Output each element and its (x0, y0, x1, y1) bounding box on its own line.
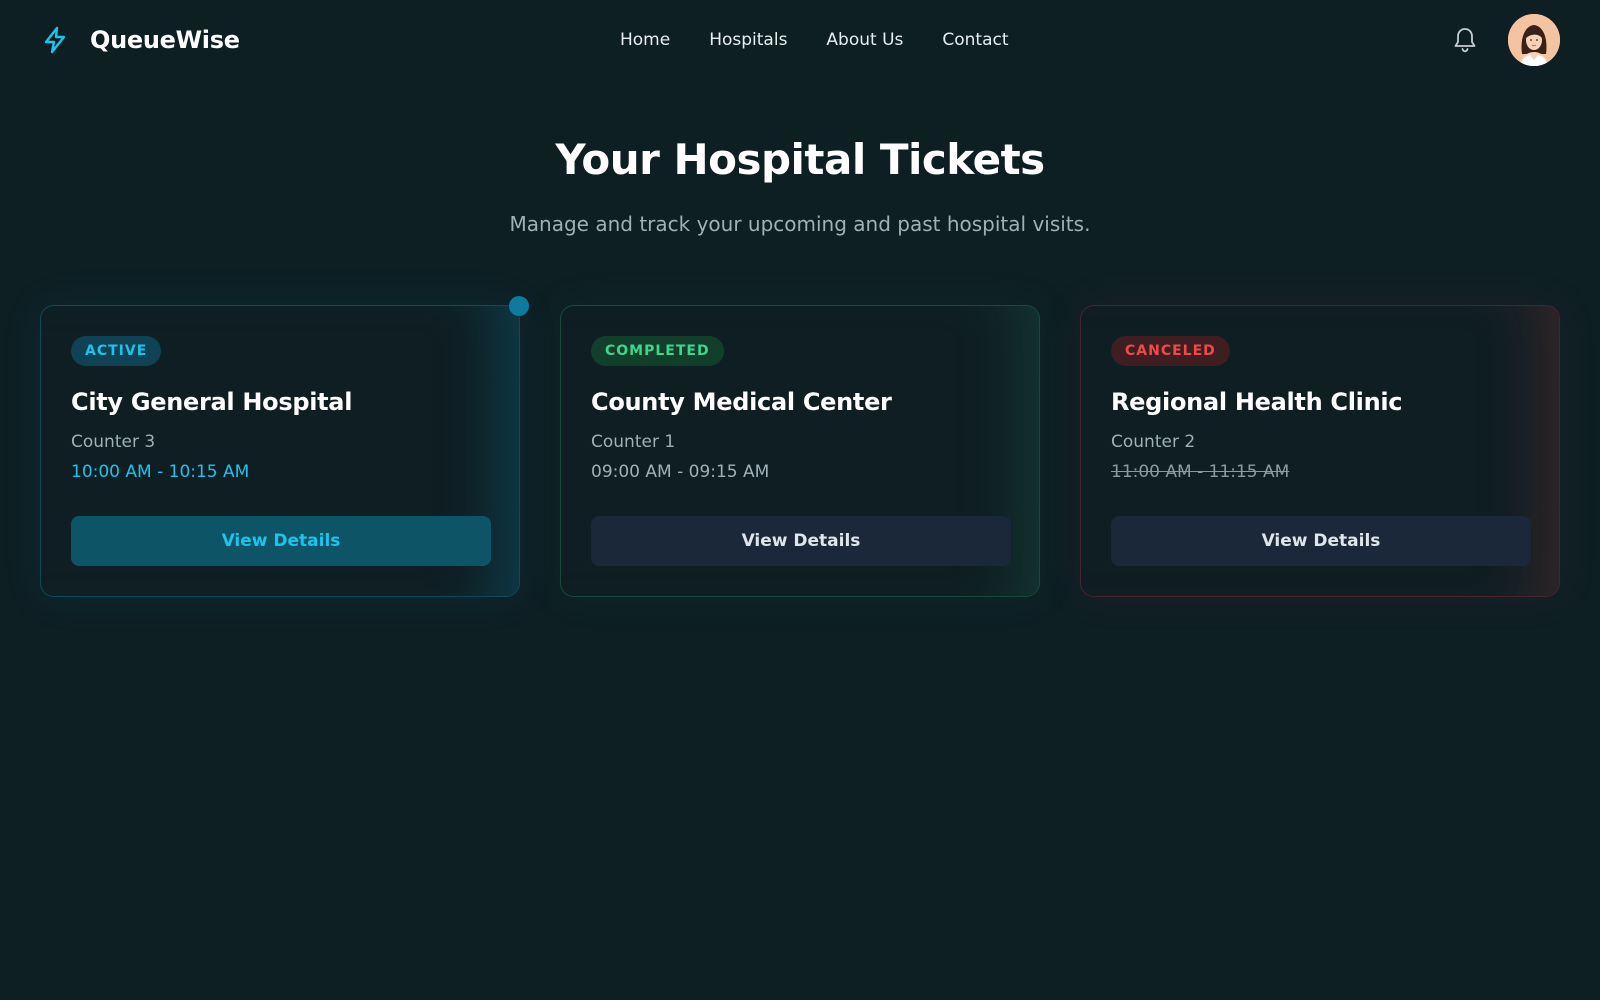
page-title: Your Hospital Tickets (555, 135, 1045, 184)
bell-icon[interactable] (1450, 24, 1480, 56)
counter-label: Counter 3 (71, 432, 156, 452)
status-badge: CANCELED (1111, 336, 1230, 366)
hospital-name: County Medical Center (591, 388, 892, 416)
view-details-button[interactable]: View Details (591, 516, 1011, 566)
time-slot: 11:00 AM - 11:15 AM (1111, 462, 1290, 482)
counter-label: Counter 2 (1111, 432, 1196, 452)
time-slot: 09:00 AM - 09:15 AM (591, 462, 770, 482)
ticket-card-active: ACTIVE City General Hospital Counter 3 1… (40, 296, 529, 597)
brand-name: QueueWise (90, 26, 240, 54)
lightning-bolt-icon (40, 25, 70, 55)
user-avatar[interactable] (1508, 14, 1560, 66)
view-details-button[interactable]: View Details (71, 516, 491, 566)
main-nav: Home Hospitals About Us Contact (620, 28, 1009, 52)
top-header: QueueWise Home Hospitals About Us Contac… (0, 0, 1600, 80)
ticket-card-canceled: CANCELED Regional Health Clinic Counter … (1080, 305, 1560, 597)
nav-about-us[interactable]: About Us (826, 28, 903, 52)
hospital-name: City General Hospital (71, 388, 353, 416)
hospital-name: Regional Health Clinic (1111, 388, 1403, 416)
active-indicator-dot (509, 296, 529, 316)
page-subtitle: Manage and track your upcoming and past … (509, 212, 1091, 236)
brand-logo[interactable]: QueueWise (40, 24, 240, 56)
nav-contact[interactable]: Contact (942, 28, 1008, 52)
status-badge: ACTIVE (71, 336, 162, 366)
view-details-button[interactable]: View Details (1111, 516, 1531, 566)
ticket-card-completed: COMPLETED County Medical Center Counter … (560, 305, 1040, 597)
nav-hospitals[interactable]: Hospitals (709, 28, 787, 52)
status-badge: COMPLETED (591, 336, 724, 366)
time-slot: 10:00 AM - 10:15 AM (71, 462, 250, 482)
counter-label: Counter 1 (591, 432, 676, 452)
nav-home[interactable]: Home (620, 28, 670, 52)
